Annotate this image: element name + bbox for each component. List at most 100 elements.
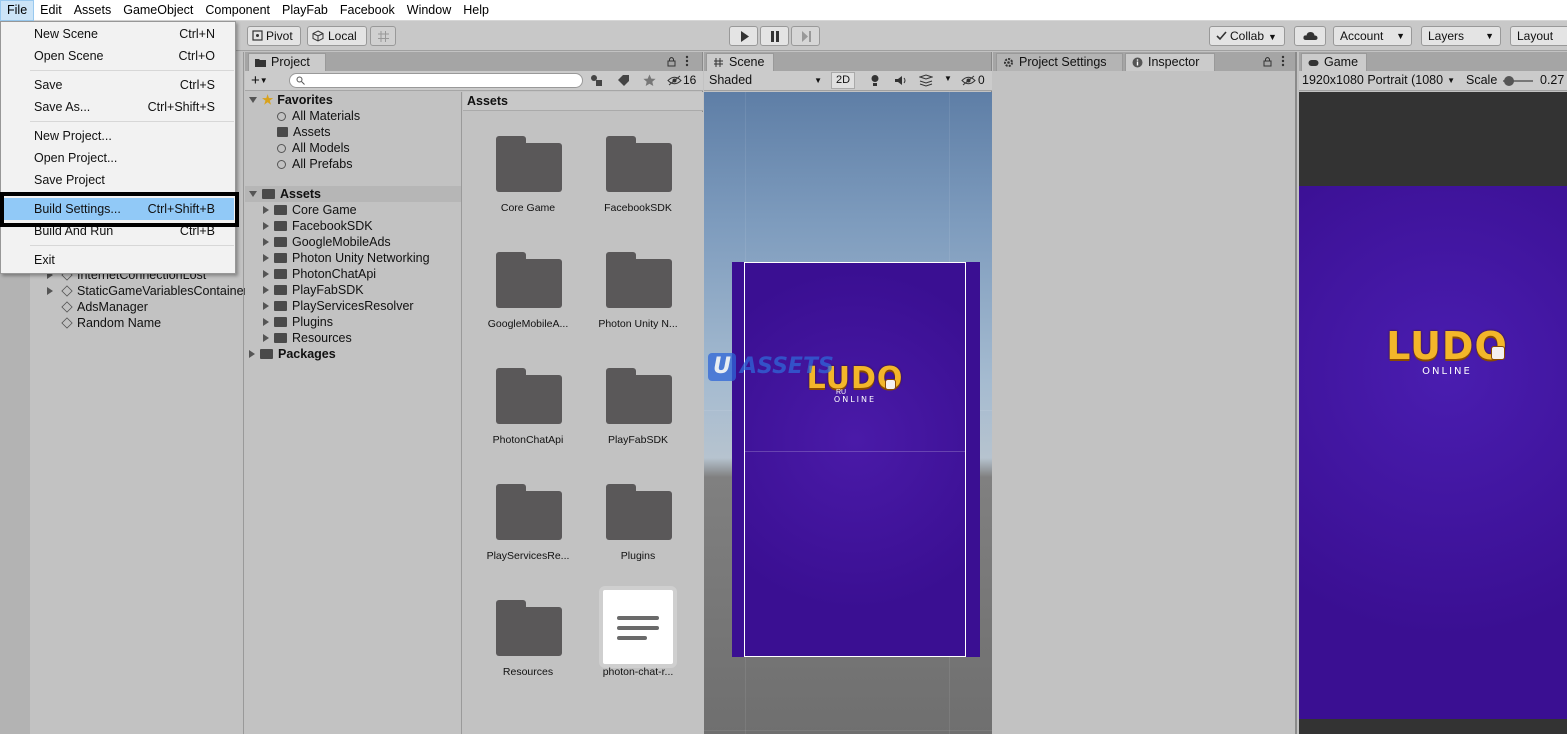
- lighting-icon[interactable]: [870, 74, 880, 87]
- menu-help[interactable]: Help: [457, 0, 495, 21]
- asset-folder[interactable]: PlayServicesRe...: [473, 464, 583, 574]
- search-by-type-icon[interactable]: [590, 74, 604, 87]
- expand-arrow-icon[interactable]: [263, 302, 269, 310]
- tree-item-all-prefabs[interactable]: All Prefabs: [277, 156, 352, 172]
- chevron-down-icon[interactable]: ▼: [944, 74, 952, 83]
- tree-item-assets-favorite[interactable]: Assets: [277, 124, 331, 140]
- tree-item-folder[interactable]: FacebookSDK: [263, 218, 373, 234]
- expand-arrow-icon[interactable]: [249, 350, 255, 358]
- layers-dropdown[interactable]: Layers ▼: [1421, 26, 1501, 46]
- tree-item-folder[interactable]: GoogleMobileAds: [263, 234, 391, 250]
- hierarchy-item[interactable]: StaticGameVariablesContainer: [47, 283, 248, 299]
- menu-component[interactable]: Component: [199, 0, 276, 21]
- eye-hidden-icon[interactable]: [961, 75, 976, 86]
- tab-game[interactable]: Game: [1301, 53, 1367, 71]
- menu-file[interactable]: File: [0, 0, 35, 21]
- create-button[interactable]: +▼: [251, 72, 268, 89]
- expand-arrow-icon[interactable]: [263, 222, 269, 230]
- asset-folder[interactable]: Photon Unity N...: [583, 232, 693, 342]
- resolution-dropdown[interactable]: 1920x1080 Portrait (1080 ▼: [1302, 71, 1457, 90]
- star-icon[interactable]: [643, 74, 656, 87]
- asset-folder[interactable]: FacebookSDK: [583, 116, 693, 226]
- expand-arrow-icon[interactable]: [263, 206, 269, 214]
- tree-item-folder[interactable]: Resources: [263, 330, 352, 346]
- tree-favorites[interactable]: ★ Favorites: [249, 92, 333, 108]
- menu-window[interactable]: Window: [401, 0, 457, 21]
- expand-arrow-icon[interactable]: [263, 238, 269, 246]
- menu-item-open-scene[interactable]: Open Scene Ctrl+O: [2, 45, 234, 67]
- game-canvas[interactable]: LUDO ONLINE: [1299, 186, 1567, 719]
- menu-item-save-as[interactable]: Save As... Ctrl+Shift+S: [2, 96, 234, 118]
- more-options-icon[interactable]: [1281, 55, 1285, 67]
- tree-item-folder[interactable]: PlayServicesResolver: [263, 298, 414, 314]
- eye-hidden-icon[interactable]: [667, 75, 682, 86]
- snap-button[interactable]: [370, 26, 396, 46]
- menu-item-exit[interactable]: Exit: [2, 249, 234, 271]
- menu-playfab[interactable]: PlayFab: [276, 0, 334, 21]
- menu-item-new-scene[interactable]: New Scene Ctrl+N: [2, 23, 234, 45]
- assets-breadcrumb[interactable]: Assets: [463, 92, 703, 111]
- expand-arrow-icon[interactable]: [263, 286, 269, 294]
- menu-item-save[interactable]: Save Ctrl+S: [2, 74, 234, 96]
- more-options-icon[interactable]: [685, 55, 689, 67]
- menu-gameobject[interactable]: GameObject: [117, 0, 199, 21]
- effects-icon[interactable]: [919, 74, 933, 87]
- collab-dropdown[interactable]: Collab ▼: [1209, 26, 1285, 46]
- expand-arrow-icon[interactable]: [249, 191, 257, 197]
- expand-arrow-icon[interactable]: [263, 270, 269, 278]
- expand-arrow-icon[interactable]: [249, 97, 257, 103]
- asset-folder[interactable]: Resources: [473, 580, 583, 690]
- tree-item-folder[interactable]: Photon Unity Networking: [263, 250, 430, 266]
- expand-arrow-icon[interactable]: [263, 334, 269, 342]
- expand-arrow-icon[interactable]: [263, 254, 269, 262]
- tree-item-folder[interactable]: PlayFabSDK: [263, 282, 364, 298]
- tab-scene[interactable]: Scene: [706, 53, 774, 71]
- scene-canvas-background[interactable]: LUDO ONLINE RU: [732, 262, 980, 657]
- expand-arrow-icon[interactable]: [47, 287, 53, 295]
- asset-file[interactable]: photon-chat-r...: [583, 580, 693, 690]
- asset-folder[interactable]: PhotonChatApi: [473, 348, 583, 458]
- lock-icon[interactable]: [667, 56, 676, 67]
- label-tag-icon[interactable]: [617, 74, 630, 87]
- scale-slider-thumb[interactable]: [1504, 76, 1514, 86]
- asset-folder[interactable]: Core Game: [473, 116, 583, 226]
- account-dropdown[interactable]: Account ▼: [1333, 26, 1412, 46]
- menu-assets[interactable]: Assets: [68, 0, 118, 21]
- lock-icon[interactable]: [1263, 56, 1272, 67]
- menu-facebook[interactable]: Facebook: [334, 0, 401, 21]
- tree-assets-root[interactable]: Assets: [249, 186, 321, 202]
- game-viewport[interactable]: LUDO ONLINE: [1299, 92, 1567, 734]
- menu-item-open-project[interactable]: Open Project...: [2, 147, 234, 169]
- tree-item-folder[interactable]: Core Game: [263, 202, 357, 218]
- tab-project[interactable]: Project: [248, 53, 326, 71]
- tree-item-all-materials[interactable]: All Materials: [277, 108, 360, 124]
- toggle-2d-button[interactable]: 2D: [831, 72, 855, 89]
- layout-dropdown[interactable]: Layout: [1510, 26, 1567, 46]
- tree-item-folder[interactable]: PhotonChatApi: [263, 266, 376, 282]
- hierarchy-item[interactable]: AdsManager: [61, 299, 148, 315]
- tree-item-all-models[interactable]: All Models: [277, 140, 350, 156]
- audio-icon[interactable]: [894, 75, 908, 86]
- scene-canvas-bounds[interactable]: LUDO ONLINE RU: [744, 262, 966, 657]
- asset-folder[interactable]: PlayFabSDK: [583, 348, 693, 458]
- step-button[interactable]: [791, 26, 820, 46]
- scene-viewport[interactable]: LUDO ONLINE RU: [704, 92, 992, 734]
- tab-project-settings[interactable]: Project Settings: [996, 53, 1123, 71]
- cloud-button[interactable]: [1294, 26, 1326, 46]
- menu-item-new-project[interactable]: New Project...: [2, 125, 234, 147]
- tree-item-folder[interactable]: Plugins: [263, 314, 333, 330]
- shading-mode-dropdown[interactable]: Shaded ▼: [706, 71, 826, 90]
- tree-packages-root[interactable]: Packages: [249, 346, 336, 362]
- tab-inspector[interactable]: Inspector: [1125, 53, 1215, 71]
- hierarchy-item[interactable]: Random Name: [61, 315, 161, 331]
- expand-arrow-icon[interactable]: [263, 318, 269, 326]
- local-toggle[interactable]: Local: [307, 26, 367, 46]
- asset-folder[interactable]: Plugins: [583, 464, 693, 574]
- pivot-toggle[interactable]: Pivot: [247, 26, 301, 46]
- play-button[interactable]: [729, 26, 758, 46]
- menu-edit[interactable]: Edit: [34, 0, 68, 21]
- menu-item-save-project[interactable]: Save Project: [2, 169, 234, 191]
- asset-folder[interactable]: GoogleMobileA...: [473, 232, 583, 342]
- pause-button[interactable]: [760, 26, 789, 46]
- project-search-input[interactable]: [289, 73, 583, 88]
